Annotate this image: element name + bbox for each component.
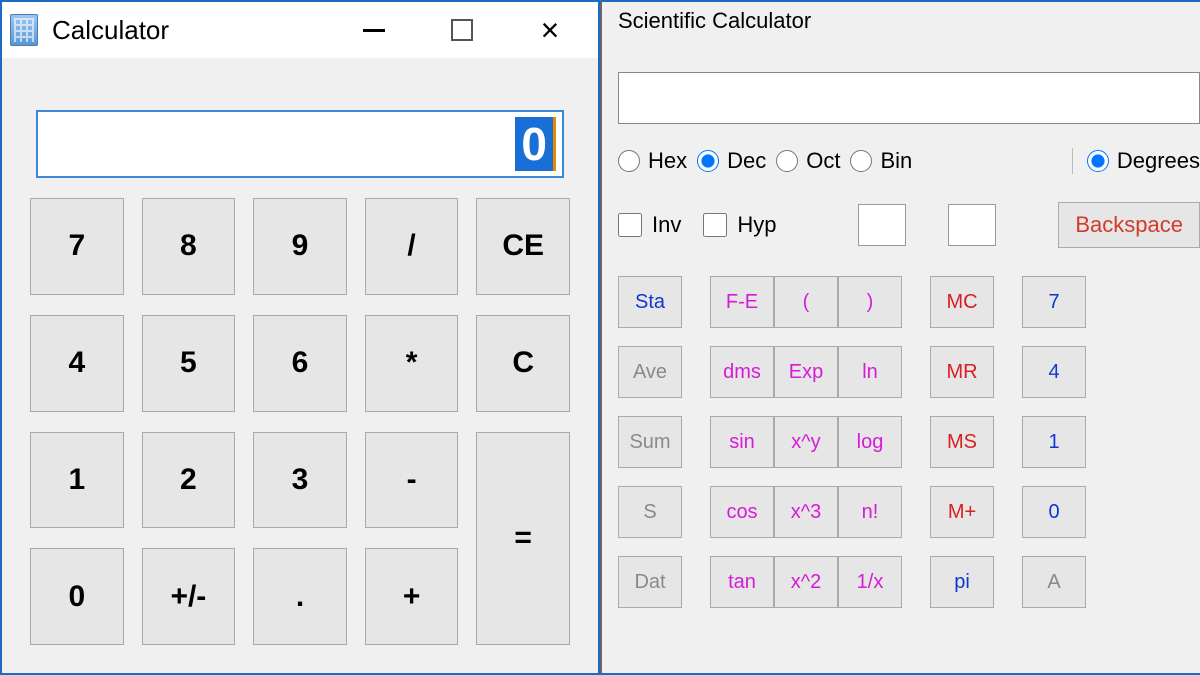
mem-mc-button[interactable]: MC	[930, 276, 994, 328]
key-3[interactable]: 3	[253, 432, 347, 529]
key-2[interactable]: 2	[142, 432, 236, 529]
key-[interactable]: .	[253, 548, 347, 645]
close-button[interactable]: ×	[530, 10, 570, 50]
mem-ms-button[interactable]: MS	[930, 416, 994, 468]
minimize-button[interactable]	[354, 10, 394, 50]
check-hyp[interactable]: Hyp	[703, 212, 776, 238]
stat-ave-button[interactable]: Ave	[618, 346, 682, 398]
blank-indicator	[858, 204, 906, 246]
display-area: 0	[2, 58, 598, 198]
calculator-icon	[10, 14, 38, 46]
key-6[interactable]: 6	[253, 315, 347, 412]
key-9[interactable]: 9	[253, 198, 347, 295]
maximize-button[interactable]	[442, 10, 482, 50]
display-value: 0	[515, 117, 556, 171]
title-bar: Calculator ×	[2, 2, 598, 58]
fn-fe-button[interactable]: F-E	[710, 276, 774, 328]
calc-display[interactable]: 0	[36, 110, 564, 178]
key-5[interactable]: 5	[142, 315, 236, 412]
key-[interactable]: =	[476, 432, 570, 646]
key-ce[interactable]: CE	[476, 198, 570, 295]
stat-sta-button[interactable]: Sta	[618, 276, 682, 328]
key-1[interactable]: 1	[30, 432, 124, 529]
check-inv[interactable]: Inv	[618, 212, 681, 238]
fn-exp-button[interactable]: Exp	[774, 346, 838, 398]
key-[interactable]: /	[365, 198, 459, 295]
fn-x2-button[interactable]: x^2	[774, 556, 838, 608]
radio-dec[interactable]: Dec	[697, 148, 766, 174]
fn-dms-button[interactable]: dms	[710, 346, 774, 398]
num-a-button[interactable]: A	[1022, 556, 1086, 608]
calc-display[interactable]	[618, 72, 1200, 124]
num-1-button[interactable]: 1	[1022, 416, 1086, 468]
scientific-calculator-window: Scientific Calculator Hex Dec Oct Bin Degree…	[600, 0, 1200, 675]
key-c[interactable]: C	[476, 315, 570, 412]
fn-x3-button[interactable]: x^3	[774, 486, 838, 538]
radio-degrees[interactable]: Degrees	[1087, 148, 1200, 174]
fn-log-button[interactable]: log	[838, 416, 902, 468]
key-[interactable]: +	[365, 548, 459, 645]
number-base-row: Hex Dec Oct Bin Degrees	[618, 148, 1200, 174]
num-4-button[interactable]: 4	[1022, 346, 1086, 398]
fn-tan-button[interactable]: tan	[710, 556, 774, 608]
fn-sin-button[interactable]: sin	[710, 416, 774, 468]
modifier-row: Inv Hyp Backspace	[618, 202, 1200, 248]
backspace-button[interactable]: Backspace	[1058, 202, 1200, 248]
key-[interactable]: +/-	[142, 548, 236, 645]
num-7-button[interactable]: 7	[1022, 276, 1086, 328]
key-4[interactable]: 4	[30, 315, 124, 412]
mem-m+-button[interactable]: M+	[930, 486, 994, 538]
fn-xy-button[interactable]: x^y	[774, 416, 838, 468]
radio-bin[interactable]: Bin	[850, 148, 912, 174]
fn-1x-button[interactable]: 1/x	[838, 556, 902, 608]
key-0[interactable]: 0	[30, 548, 124, 645]
mem-pi-button[interactable]: pi	[930, 556, 994, 608]
radio-oct[interactable]: Oct	[776, 148, 840, 174]
simple-calculator-window: Calculator × 0 789/CE456*C123-=0+/-.+	[0, 0, 600, 675]
scientific-keypad: Sta F-E() MC 7 AvedmsExpln MR 4 Sumsinx^ylog MS 1…	[618, 276, 1200, 608]
key-[interactable]: *	[365, 315, 459, 412]
key-7[interactable]: 7	[30, 198, 124, 295]
radio-hex[interactable]: Hex	[618, 148, 687, 174]
stat-s-button[interactable]: S	[618, 486, 682, 538]
window-controls: ×	[354, 10, 590, 50]
fn-n-button[interactable]: n!	[838, 486, 902, 538]
window-title: Calculator	[52, 15, 169, 46]
mem-mr-button[interactable]: MR	[930, 346, 994, 398]
stat-sum-button[interactable]: Sum	[618, 416, 682, 468]
window-title: Scientific Calculator	[618, 8, 1200, 34]
num-0-button[interactable]: 0	[1022, 486, 1086, 538]
key-8[interactable]: 8	[142, 198, 236, 295]
fn--button[interactable]: )	[838, 276, 902, 328]
blank-indicator	[948, 204, 996, 246]
fn-cos-button[interactable]: cos	[710, 486, 774, 538]
key-[interactable]: -	[365, 432, 459, 529]
keypad: 789/CE 456*C 123-= 0+/-.+	[2, 198, 598, 673]
stat-dat-button[interactable]: Dat	[618, 556, 682, 608]
fn-ln-button[interactable]: ln	[838, 346, 902, 398]
fn--button[interactable]: (	[774, 276, 838, 328]
